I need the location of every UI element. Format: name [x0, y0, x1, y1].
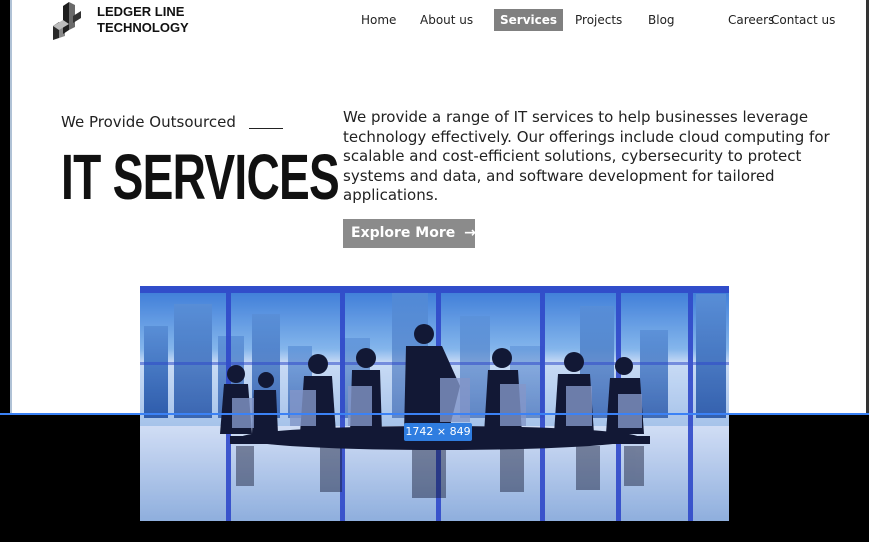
editor-left-frame — [0, 0, 10, 414]
explore-more-label: Explore More — [351, 225, 456, 241]
brand-logo[interactable]: LEDGER LINE TECHNOLOGY — [47, 0, 189, 40]
brand-name: LEDGER LINE TECHNOLOGY — [97, 4, 189, 36]
nav-about-us[interactable]: About us — [420, 9, 473, 31]
nav-contact-us[interactable]: Contact us — [771, 9, 835, 31]
nav-home[interactable]: Home — [361, 9, 396, 31]
image-size-badge: 1742 × 849 — [404, 423, 472, 441]
selection-boundary — [0, 413, 869, 415]
hero-eyebrow: We Provide Outsourced — [61, 113, 236, 131]
nav-services[interactable]: Services — [494, 9, 564, 31]
arrow-right-icon: → — [464, 225, 476, 241]
nav-projects[interactable]: Projects — [575, 9, 622, 31]
eyebrow-divider — [249, 128, 283, 129]
hero-description: We provide a range of IT services to hel… — [343, 108, 848, 206]
editor-left-frame-edge — [10, 0, 12, 414]
nav-blog[interactable]: Blog — [648, 9, 675, 31]
nav-careers[interactable]: Careers — [728, 9, 774, 31]
business-meeting-photo-icon[interactable] — [140, 286, 729, 521]
brand-line-1: LEDGER LINE — [97, 4, 185, 19]
hero-title: IT SERVICES — [61, 141, 340, 213]
brand-line-2: TECHNOLOGY — [97, 20, 189, 35]
explore-more-button[interactable]: Explore More → — [343, 219, 476, 248]
hero-description-text: We provide a range of IT services to hel… — [343, 108, 830, 204]
ledger-line-logo-icon — [53, 2, 81, 40]
